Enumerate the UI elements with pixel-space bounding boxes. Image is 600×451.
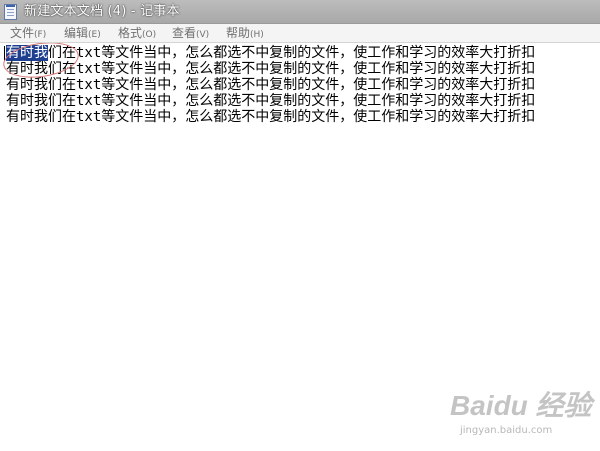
menu-bar: 文件(F) 编辑(E) 格式(O) 查看(V) 帮助(H) — [0, 24, 600, 43]
baidu-logo-text: Baidu 经验 — [450, 390, 596, 421]
notepad-icon — [4, 4, 17, 20]
text-line[interactable]: 有时我们在txt等文件当中，怎么都选不中复制的文件，使工作和学习的效率大打折扣 — [6, 61, 535, 77]
menu-view-accel: (V) — [196, 30, 210, 40]
menu-file[interactable]: 文件(F) — [10, 25, 46, 41]
text-line[interactable]: 有时我们在txt等文件当中，怎么都选不中复制的文件，使工作和学习的效率大打折扣 — [6, 93, 535, 109]
menu-format-accel: (O) — [142, 30, 157, 40]
menu-edit[interactable]: 编辑(E) — [64, 25, 101, 41]
window-title: 新建文本文档 (4) - 记事本 — [24, 4, 180, 19]
baidu-watermark: Baidu 经验 jingyan.baidu.com — [450, 385, 600, 445]
text-line-rest[interactable]: 们在txt等文件当中，怎么都选不中复制的文件，使工作和学习的效率大打折扣 — [48, 45, 535, 61]
menu-help[interactable]: 帮助(H) — [226, 25, 264, 41]
menu-help-accel: (H) — [250, 30, 264, 40]
menu-view-label: 查看 — [172, 26, 197, 40]
watermark-site: jingyan.baidu.com — [460, 425, 553, 436]
text-line[interactable]: 有时我们在txt等文件当中，怎么都选不中复制的文件，使工作和学习的效率大打折扣 — [6, 77, 535, 93]
menu-view[interactable]: 查看(V) — [172, 25, 209, 41]
text-line[interactable]: 有时我们在txt等文件当中，怎么都选不中复制的文件，使工作和学习的效率大打折扣 — [6, 45, 535, 61]
menu-format[interactable]: 格式(O) — [118, 25, 156, 41]
title-bar[interactable]: 新建文本文档 (4) - 记事本 — [0, 0, 600, 24]
text-line[interactable]: 有时我们在txt等文件当中，怎么都选不中复制的文件，使工作和学习的效率大打折扣 — [6, 109, 535, 125]
menu-edit-accel: (E) — [88, 30, 101, 40]
baidu-logo: Baidu 经验 — [450, 390, 596, 421]
menu-help-label: 帮助 — [226, 26, 251, 40]
menu-edit-label: 编辑 — [64, 26, 89, 40]
menu-file-accel: (F) — [34, 30, 47, 40]
menu-file-label: 文件 — [10, 26, 35, 40]
menu-format-label: 格式 — [118, 26, 143, 40]
